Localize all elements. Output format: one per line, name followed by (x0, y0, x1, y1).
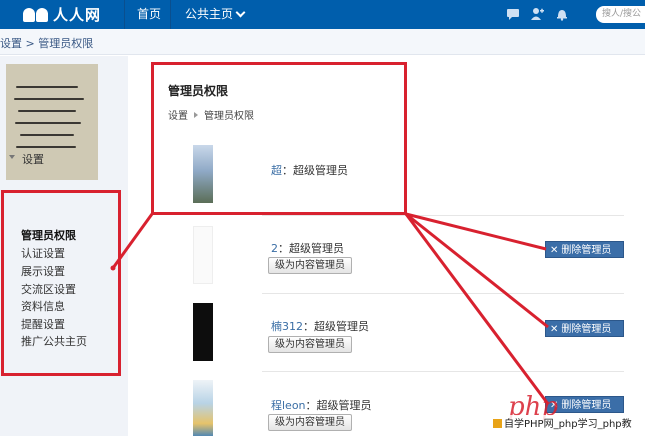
watermark-icon (493, 419, 502, 428)
watermark-label: 自学PHP网_php学习_php教 (504, 419, 632, 430)
watermark-text: 自学PHP网_php学习_php教 (493, 415, 632, 430)
annotation-lines (110, 212, 550, 405)
